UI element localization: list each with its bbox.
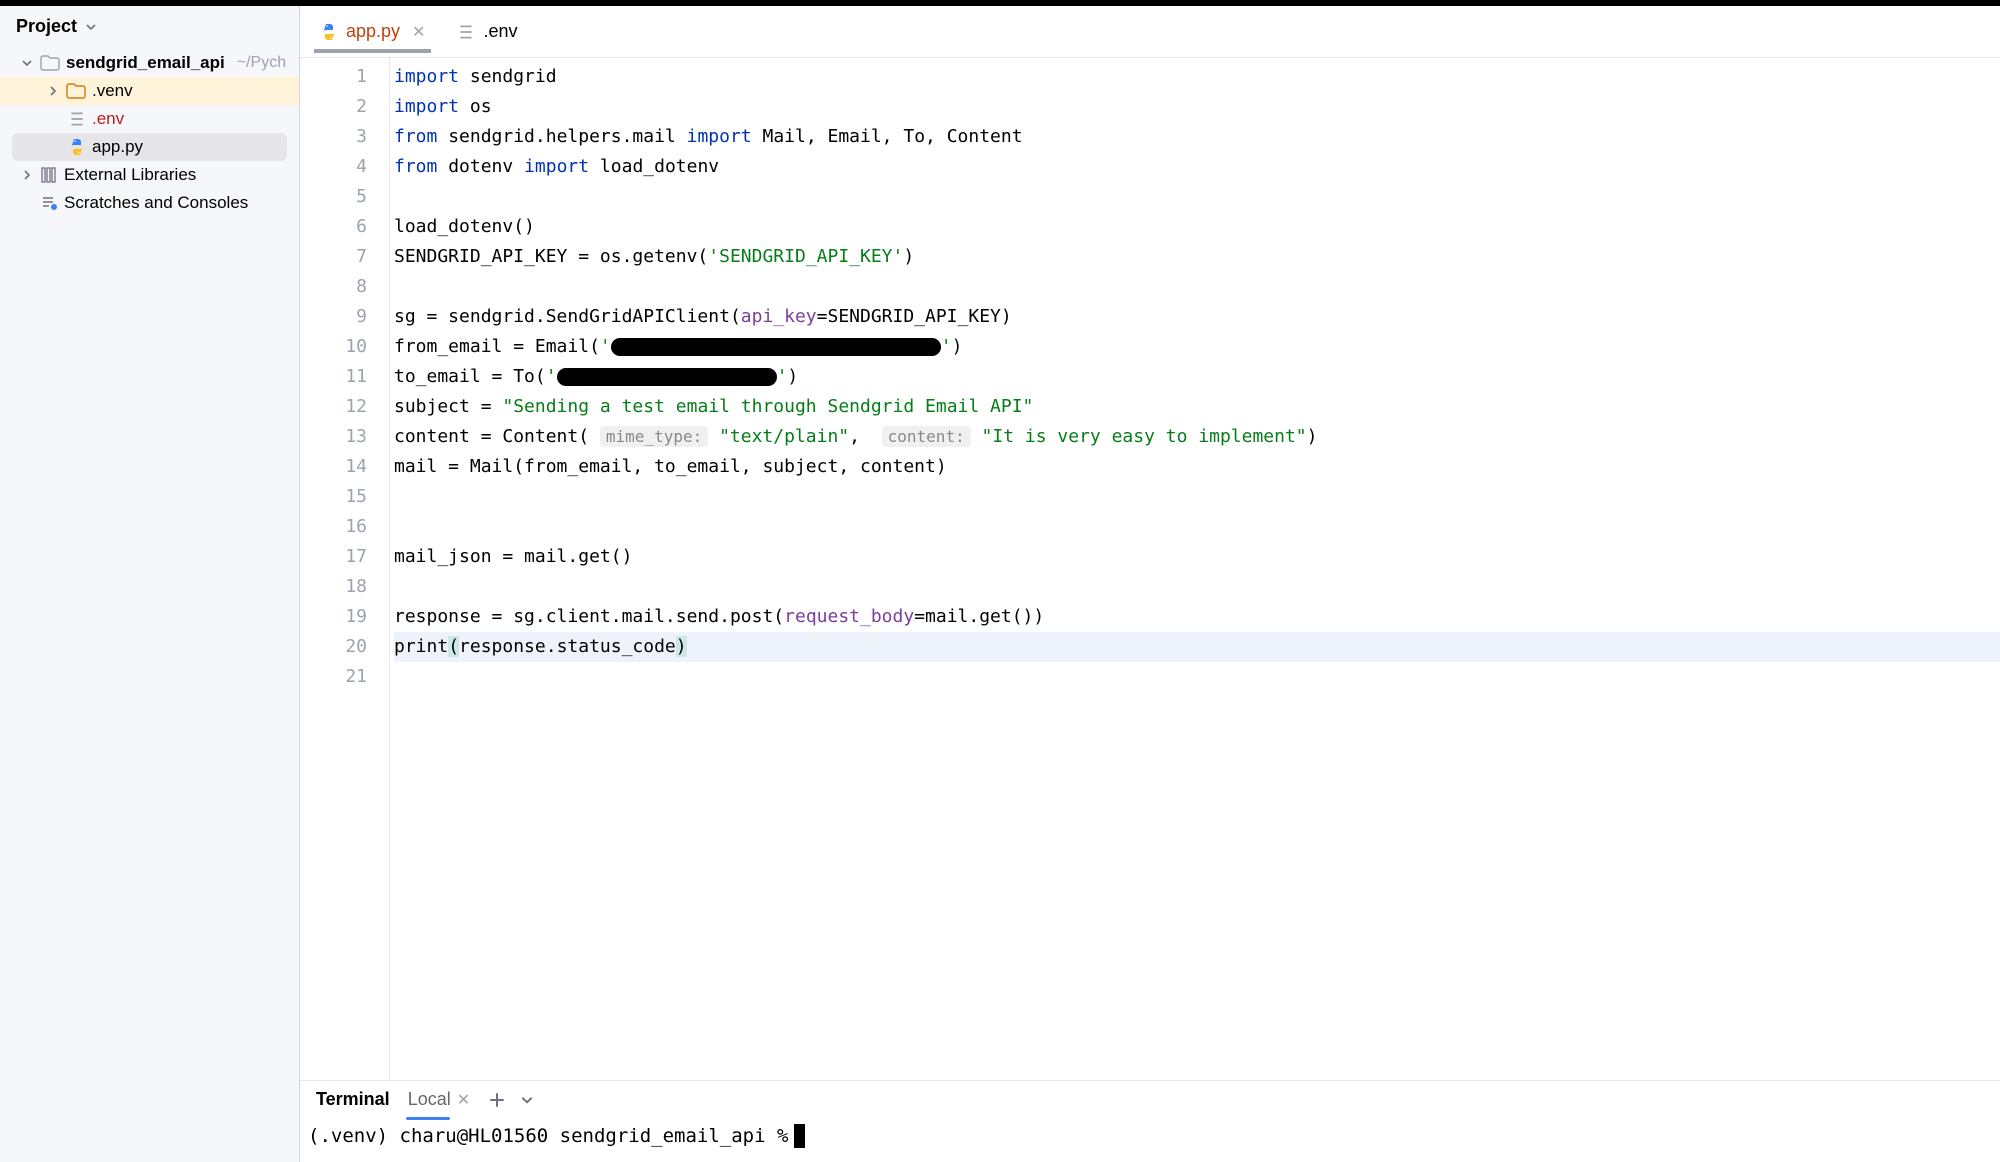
local-tab[interactable]: Local ✕ [408,1089,470,1110]
string: ' [600,336,611,357]
file-icon [68,110,86,128]
library-icon [40,166,58,184]
code-text: from_email = Email( [394,336,600,357]
bottom-tabs: Terminal Local ✕ [300,1081,2000,1118]
code-content[interactable]: import sendgrid import os from sendgrid.… [390,58,2000,1080]
project-sidebar-header[interactable]: Project [0,6,299,47]
code-text: sg = sendgrid.SendGridAPIClient( [394,306,741,327]
terminal-prompt: (.venv) charu@HL01560 sendgrid_email_api… [308,1125,788,1147]
gutter: 1234 5678 9101112 13141516 17181920 21 [300,58,390,1080]
chevron-right-icon [20,169,34,181]
close-icon[interactable]: ✕ [457,1090,470,1110]
main-layout: Project sendgrid_email_api ~/Pych [0,6,2000,1162]
code-text: load_dotenv() [394,216,535,237]
plus-icon[interactable] [488,1091,506,1109]
kw: from [394,126,437,147]
builtin: print [394,636,448,657]
project-tree: sendgrid_email_api ~/Pych .venv .env [0,47,299,219]
chevron-right-icon [46,85,60,97]
code-text: load_dotenv [589,156,719,177]
code-text: mail_json = mail.get() [394,546,632,567]
tree-app-file[interactable]: app.py [12,133,287,161]
tree-root-label: sendgrid_email_api [66,53,225,73]
terminal-cursor [794,1124,805,1148]
code-text: subject = [394,396,502,417]
terminal-tab[interactable]: Terminal [316,1089,390,1110]
chevron-down-icon [20,57,34,69]
tab-label: .env [483,21,517,42]
redacted-email [557,368,777,386]
code-text: =SENDGRID_API_KEY) [817,306,1012,327]
redacted-email [611,338,941,356]
code-text: response = sg.client.mail.send.post( [394,606,784,627]
kw: import [394,66,459,87]
file-icon [457,23,475,41]
tree-app-label: app.py [92,137,143,157]
string: "Sending a test email through Sendgrid E… [502,396,1033,417]
bracket: ) [676,636,687,657]
code-text: response.status_code [459,636,676,657]
tree-root[interactable]: sendgrid_email_api ~/Pych [0,49,299,77]
scratches-icon [40,194,58,212]
param: request_body [784,606,914,627]
string: ' [777,366,788,387]
string: 'SENDGRID_API_KEY' [708,246,903,267]
tree-root-path: ~/Pych [237,54,286,72]
code-text: sendgrid [459,66,557,87]
tree-external-label: External Libraries [64,165,196,185]
code-text: ) [1307,426,1318,447]
python-icon [320,23,338,41]
param-hint: content: [882,426,971,447]
project-title: Project [16,16,77,37]
bottom-panel: Terminal Local ✕ (.venv) charu@HL01560 s… [300,1080,2000,1162]
python-icon [68,138,86,156]
code-text: ) [903,246,914,267]
code-text: =mail.get()) [914,606,1044,627]
local-tab-label: Local [408,1089,451,1110]
folder-icon [66,83,86,99]
code-text: mail = Mail(from_email, to_email, subjec… [394,456,947,477]
kw: import [394,96,459,117]
tab-env[interactable]: .env [441,11,533,52]
tree-venv[interactable]: .venv [0,77,299,105]
tree-env-label: .env [92,109,124,129]
tab-app-py[interactable]: app.py ✕ [304,11,441,52]
tab-label: app.py [346,21,400,42]
tree-scratches-label: Scratches and Consoles [64,193,248,213]
code-text: ) [787,366,798,387]
kw: import [687,126,752,147]
code-editor[interactable]: 1234 5678 9101112 13141516 17181920 21 i… [300,58,2000,1080]
project-sidebar: Project sendgrid_email_api ~/Pych [0,6,300,1162]
editor-tabs: app.py ✕ .env [300,6,2000,58]
param: api_key [741,306,817,327]
folder-icon [40,55,60,71]
code-text: , [849,426,882,447]
editor-area: app.py ✕ .env 1234 5678 9101112 13141516… [300,6,2000,1162]
kw: from [394,156,437,177]
tree-venv-label: .venv [92,81,133,101]
code-text: content = Content( [394,426,600,447]
code-text: Mail, Email, To, Content [752,126,1023,147]
string: "text/plain" [708,426,849,447]
code-text: to_email = To( [394,366,546,387]
chevron-down-icon[interactable] [520,1093,534,1107]
code-text: ) [952,336,963,357]
code-text: dotenv [437,156,524,177]
terminal-body[interactable]: (.venv) charu@HL01560 sendgrid_email_api… [300,1118,2000,1162]
string: "It is very easy to implement" [971,426,1307,447]
param-hint: mime_type: [600,426,708,447]
bottom-actions [488,1091,534,1109]
chevron-down-icon [85,21,97,33]
string: ' [546,366,557,387]
bracket: ( [448,636,459,657]
tree-scratches[interactable]: Scratches and Consoles [0,189,299,217]
close-icon[interactable]: ✕ [412,22,425,42]
kw: import [524,156,589,177]
code-text: os [459,96,492,117]
string: ' [941,336,952,357]
code-text: SENDGRID_API_KEY = os.getenv( [394,246,708,267]
code-text: sendgrid.helpers.mail [437,126,686,147]
tree-env-file[interactable]: .env [0,105,299,133]
tree-external-libs[interactable]: External Libraries [0,161,299,189]
